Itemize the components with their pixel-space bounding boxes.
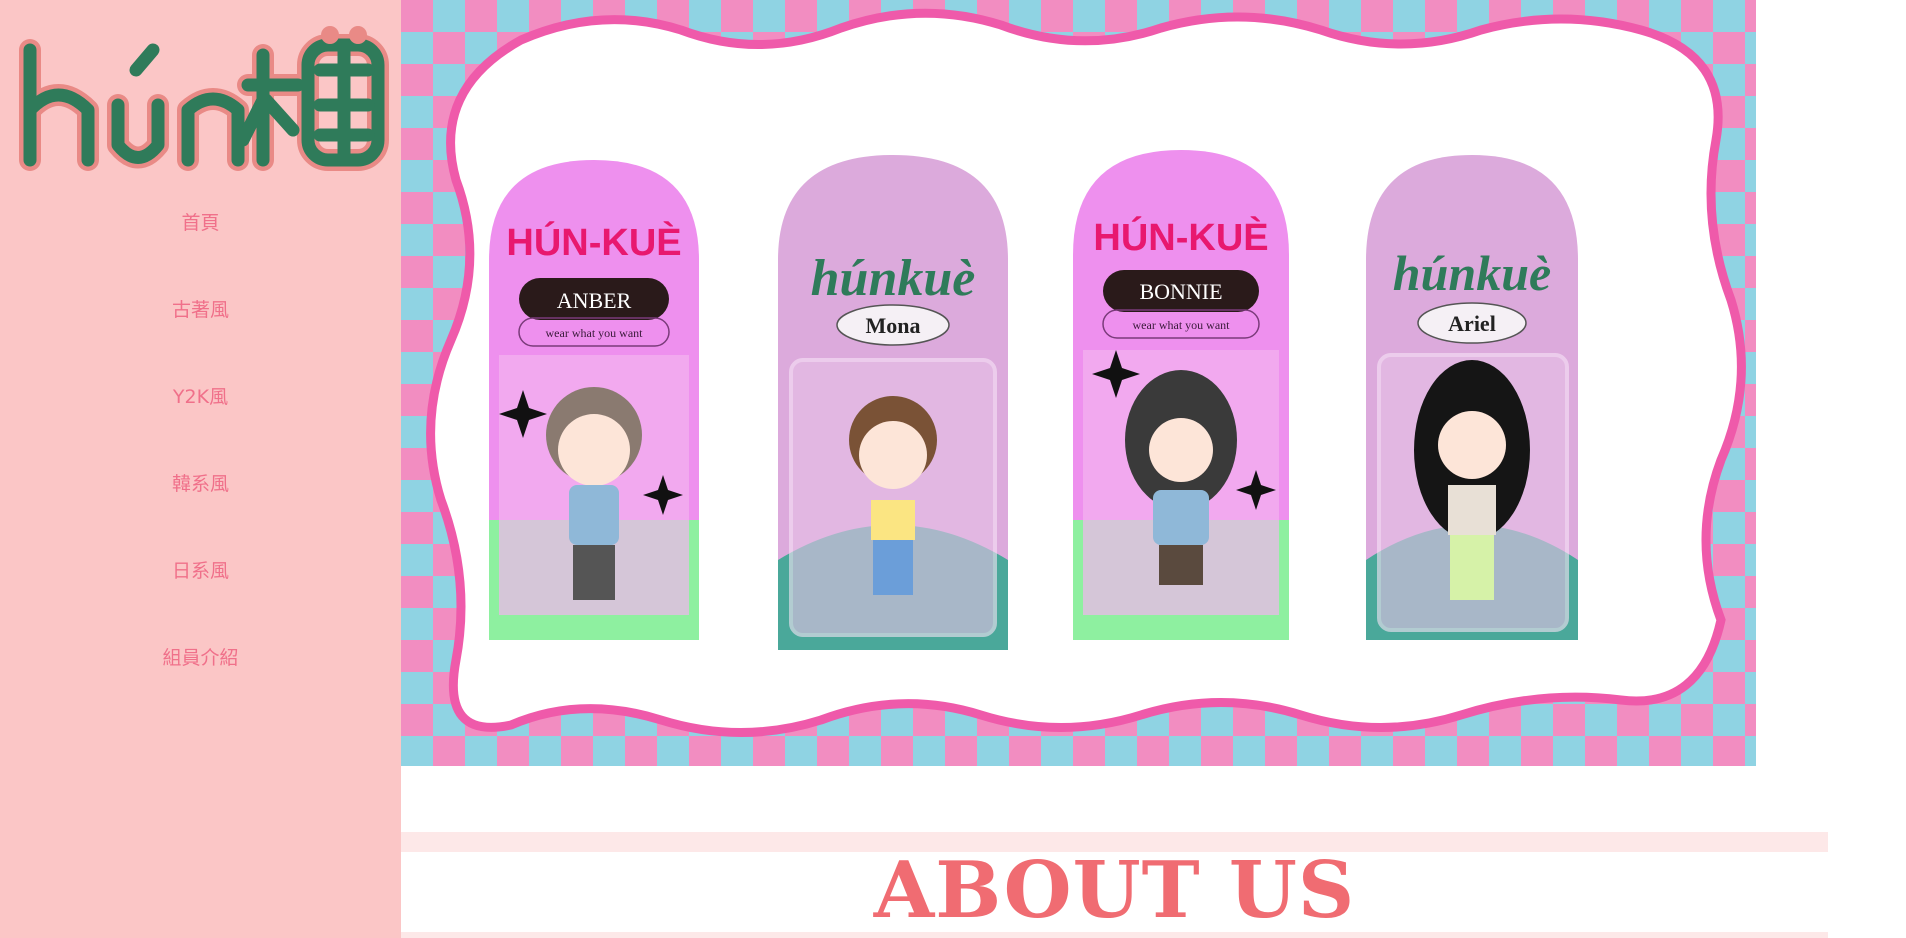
card-anber: HÚN-KUÈ ANBER wear what you want bbox=[489, 160, 699, 640]
svg-text:húnkuè: húnkuè bbox=[811, 250, 976, 307]
svg-text:HÚN-KUÈ: HÚN-KUÈ bbox=[1093, 215, 1268, 259]
svg-text:húnkuè: húnkuè bbox=[1393, 245, 1551, 301]
svg-text:Mona: Mona bbox=[866, 313, 921, 338]
svg-text:wear what you want: wear what you want bbox=[1133, 318, 1231, 332]
card-bonnie: HÚN-KUÈ BONNIE wear what you want bbox=[1073, 150, 1289, 640]
nav-item-japanese[interactable]: 日系風 bbox=[0, 553, 401, 640]
logo-image bbox=[19, 26, 389, 171]
card-ariel: húnkuè Ariel bbox=[1366, 155, 1578, 640]
sidebar: 首頁 古著風 Y2K風 韓系風 日系風 組員介紹 bbox=[0, 0, 401, 938]
nav-item-vintage[interactable]: 古著風 bbox=[0, 292, 401, 379]
banner-illustration: HÚN-KUÈ ANBER wear what you want húnkuè … bbox=[401, 0, 1756, 766]
svg-text:wear what you want: wear what you want bbox=[546, 326, 644, 340]
about-us-heading: ABOUT US bbox=[873, 845, 1356, 936]
card-anber-brand: HÚN-KUÈ bbox=[506, 220, 681, 264]
nav-item-y2k[interactable]: Y2K風 bbox=[0, 379, 401, 466]
card-mona: húnkuè Mona bbox=[778, 155, 1008, 650]
svg-text:ANBER: ANBER bbox=[557, 288, 632, 313]
nav-item-home[interactable]: 首頁 bbox=[0, 205, 401, 292]
hun-kue-logo[interactable] bbox=[8, 10, 392, 182]
nav-item-team[interactable]: 組員介紹 bbox=[0, 640, 401, 727]
main-nav: 首頁 古著風 Y2K風 韓系風 日系風 組員介紹 bbox=[0, 205, 401, 727]
about-bottom-strip bbox=[401, 932, 1828, 938]
svg-text:Ariel: Ariel bbox=[1448, 311, 1496, 336]
hero-banner: HÚN-KUÈ ANBER wear what you want húnkuè … bbox=[401, 0, 1756, 766]
nav-item-korean[interactable]: 韓系風 bbox=[0, 466, 401, 553]
svg-text:BONNIE: BONNIE bbox=[1139, 279, 1222, 304]
